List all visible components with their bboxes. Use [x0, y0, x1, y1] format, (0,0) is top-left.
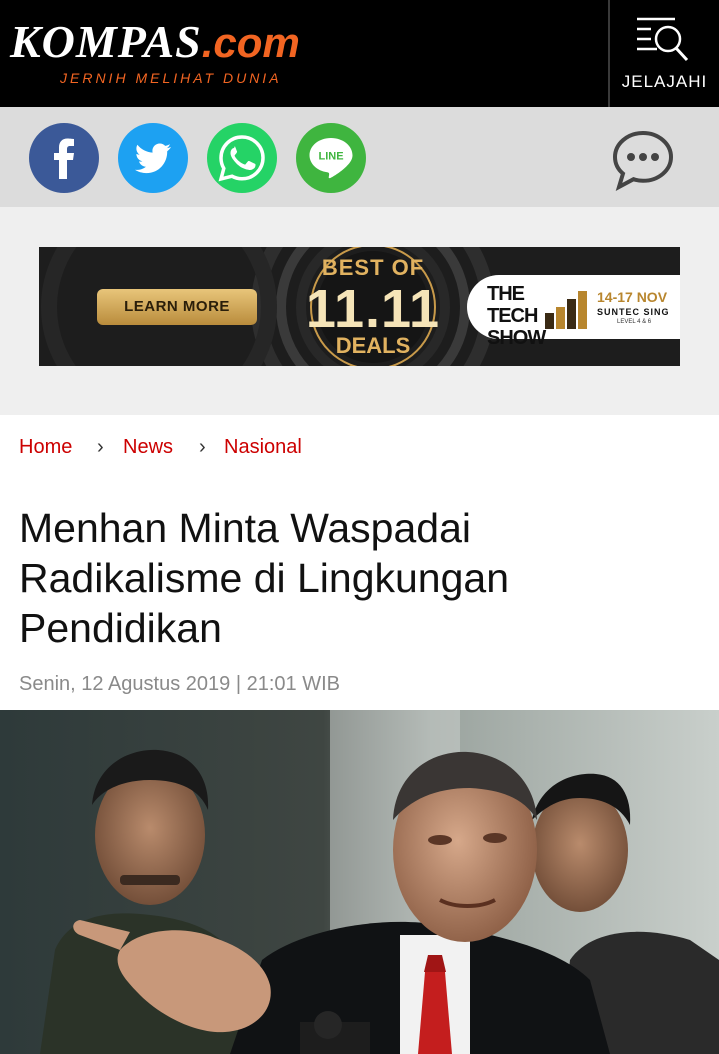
- breadcrumb-nasional[interactable]: Nasional: [224, 436, 302, 459]
- comment-button[interactable]: [610, 127, 676, 193]
- whatsapp-share-button[interactable]: [207, 123, 277, 193]
- tech-show-title: THE TECH SHOW: [487, 283, 546, 349]
- share-bar: LINE: [0, 107, 719, 207]
- tech-show-badge: THE TECH SHOW 14-17 NOV SUNTEC SING LEVE…: [467, 275, 680, 349]
- twitter-icon: [134, 143, 171, 174]
- tech-show-venue: SUNTEC SING: [597, 307, 670, 317]
- line-share-button[interactable]: LINE: [296, 123, 366, 193]
- facebook-icon: [54, 138, 74, 179]
- logo-tagline: JERNIH MELIHAT DUNIA: [60, 70, 282, 86]
- article-date: Senin, 12 Agustus 2019 | 21:01 WIB: [19, 673, 340, 695]
- comment-icon: [612, 130, 674, 192]
- breadcrumb-separator: ›: [97, 436, 104, 458]
- ad-best-of: BEST OF: [321, 255, 425, 280]
- ad-deals-label: DEALS: [335, 333, 411, 358]
- logo-text: KOMPAS: [10, 16, 202, 67]
- ad-banner[interactable]: LEARN MORE BEST OF 11.11 DEALS THE TECH …: [39, 247, 680, 366]
- whatsapp-icon: [218, 135, 265, 182]
- line-icon: LINE: [309, 138, 353, 179]
- menu-search-icon: [637, 17, 689, 62]
- tech-show-dates: 14-17 NOV: [597, 289, 668, 305]
- breadcrumb-home[interactable]: Home: [19, 436, 72, 459]
- kompas-logo[interactable]: KOMPAS.com JERNIH MELIHAT DUNIA: [10, 18, 300, 87]
- photo-illustration: [0, 710, 719, 1054]
- breadcrumb-separator: ›: [199, 436, 206, 458]
- article-title: Menhan Minta Waspadai Radikalisme di Lin…: [19, 505, 510, 651]
- logo-wordmark: KOMPAS.com: [10, 18, 300, 67]
- tech-show-level: LEVEL 4 & 6: [617, 319, 652, 325]
- logo-suffix: .com: [201, 19, 300, 66]
- breadcrumb-news[interactable]: News: [123, 436, 173, 459]
- article-photo[interactable]: [0, 710, 719, 1054]
- learn-more-button[interactable]: LEARN MORE: [97, 289, 257, 325]
- facebook-share-button[interactable]: [29, 123, 99, 193]
- explore-button[interactable]: JELAJAHI: [610, 0, 719, 107]
- ad-area: LEARN MORE BEST OF 11.11 DEALS THE TECH …: [0, 207, 719, 415]
- ad-deals-number: 11.11: [305, 279, 441, 339]
- twitter-share-button[interactable]: [118, 123, 188, 193]
- tech-show-bars-icon: [545, 291, 587, 329]
- explore-label: JELAJAHI: [621, 72, 708, 91]
- site-header: KOMPAS.com JERNIH MELIHAT DUNIA JELAJAHI: [0, 0, 719, 107]
- line-icon-label: LINE: [318, 151, 343, 163]
